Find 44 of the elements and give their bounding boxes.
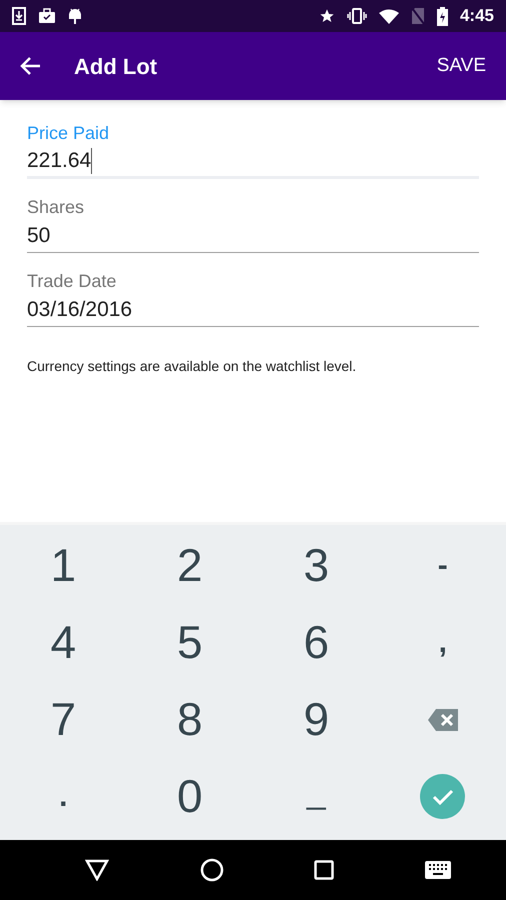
keyboard-key[interactable]: 2 [126, 527, 253, 604]
checkmark-icon [432, 788, 454, 806]
back-arrow-icon [19, 56, 41, 76]
no-sim-icon [410, 7, 425, 25]
text-cursor [91, 148, 92, 174]
input-field[interactable]: 50 [27, 220, 479, 253]
star-icon [318, 8, 335, 24]
keyboard-key[interactable]: 5 [126, 604, 253, 681]
status-time: 4:45 [460, 5, 494, 28]
keyboard-key[interactable]: 1 [0, 527, 126, 604]
field-label: Trade Date [27, 270, 118, 293]
battery-icon [436, 6, 448, 26]
keyboard-key[interactable]: . [0, 758, 126, 835]
keyboard-switch-button[interactable] [424, 861, 451, 879]
keyboard-key[interactable]: 6 [253, 604, 380, 681]
space-key[interactable]: _ [253, 758, 380, 835]
field-label: Shares [27, 196, 86, 219]
keyboard-key[interactable]: 7 [0, 681, 126, 758]
back-nav-button[interactable] [85, 859, 110, 881]
backspace-icon [428, 708, 458, 730]
keyboard-key[interactable]: 8 [126, 681, 253, 758]
field-label: Price Paid [27, 122, 110, 145]
android-icon [68, 7, 82, 25]
recents-nav-button[interactable] [314, 860, 334, 880]
keyboard-key[interactable]: 4 [0, 604, 126, 681]
vibrate-icon [346, 8, 367, 24]
square-icon [314, 860, 334, 880]
keyboard-key[interactable]: - [380, 527, 506, 604]
home-nav-button[interactable] [200, 858, 224, 882]
save-button[interactable]: SAVE [436, 52, 486, 80]
keyboard-key[interactable]: , [380, 604, 506, 681]
keyboard-icon [424, 861, 451, 879]
input-field[interactable]: 03/16/2016 [27, 294, 479, 327]
screen-title: Add Lot [74, 52, 158, 80]
triangle-icon [85, 859, 110, 881]
currency-note: Currency settings are available on the watchlist level. [27, 357, 358, 376]
wifi-icon [378, 8, 399, 24]
keyboard-key[interactable]: 0 [126, 758, 253, 835]
download-icon [12, 7, 26, 25]
keyboard-key[interactable]: 3 [253, 527, 380, 604]
input-field[interactable]: 221.64 [27, 146, 479, 179]
circle-icon [200, 858, 224, 882]
briefcase-icon [38, 8, 56, 24]
keyboard-key[interactable]: 9 [253, 681, 380, 758]
